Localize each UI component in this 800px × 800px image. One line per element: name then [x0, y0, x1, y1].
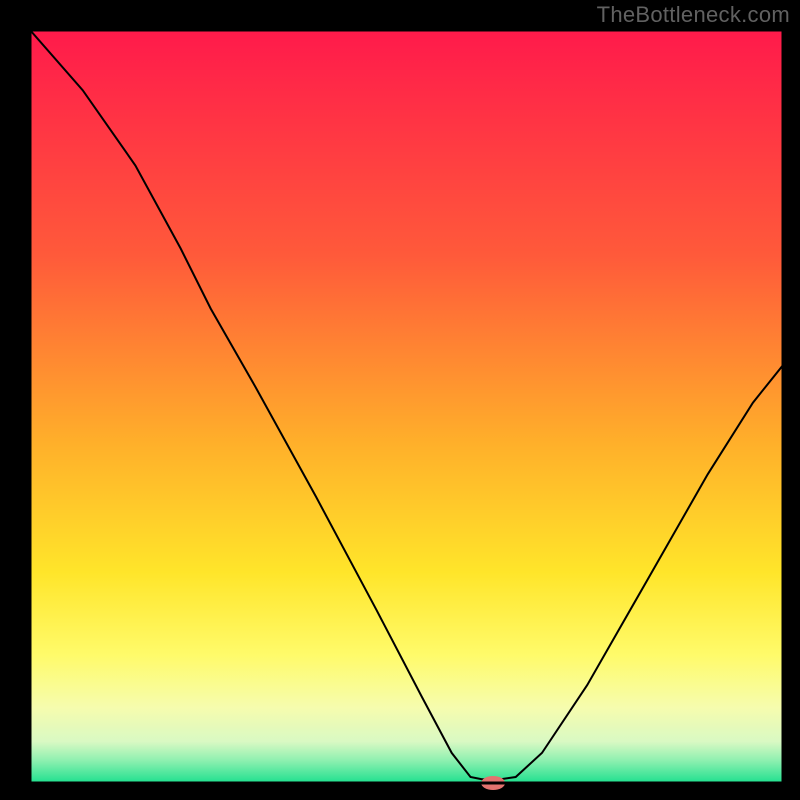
- attribution-text: TheBottleneck.com: [597, 2, 790, 28]
- gradient-background: [30, 30, 783, 783]
- bottleneck-chart: [0, 0, 800, 800]
- chart-frame: TheBottleneck.com: [0, 0, 800, 800]
